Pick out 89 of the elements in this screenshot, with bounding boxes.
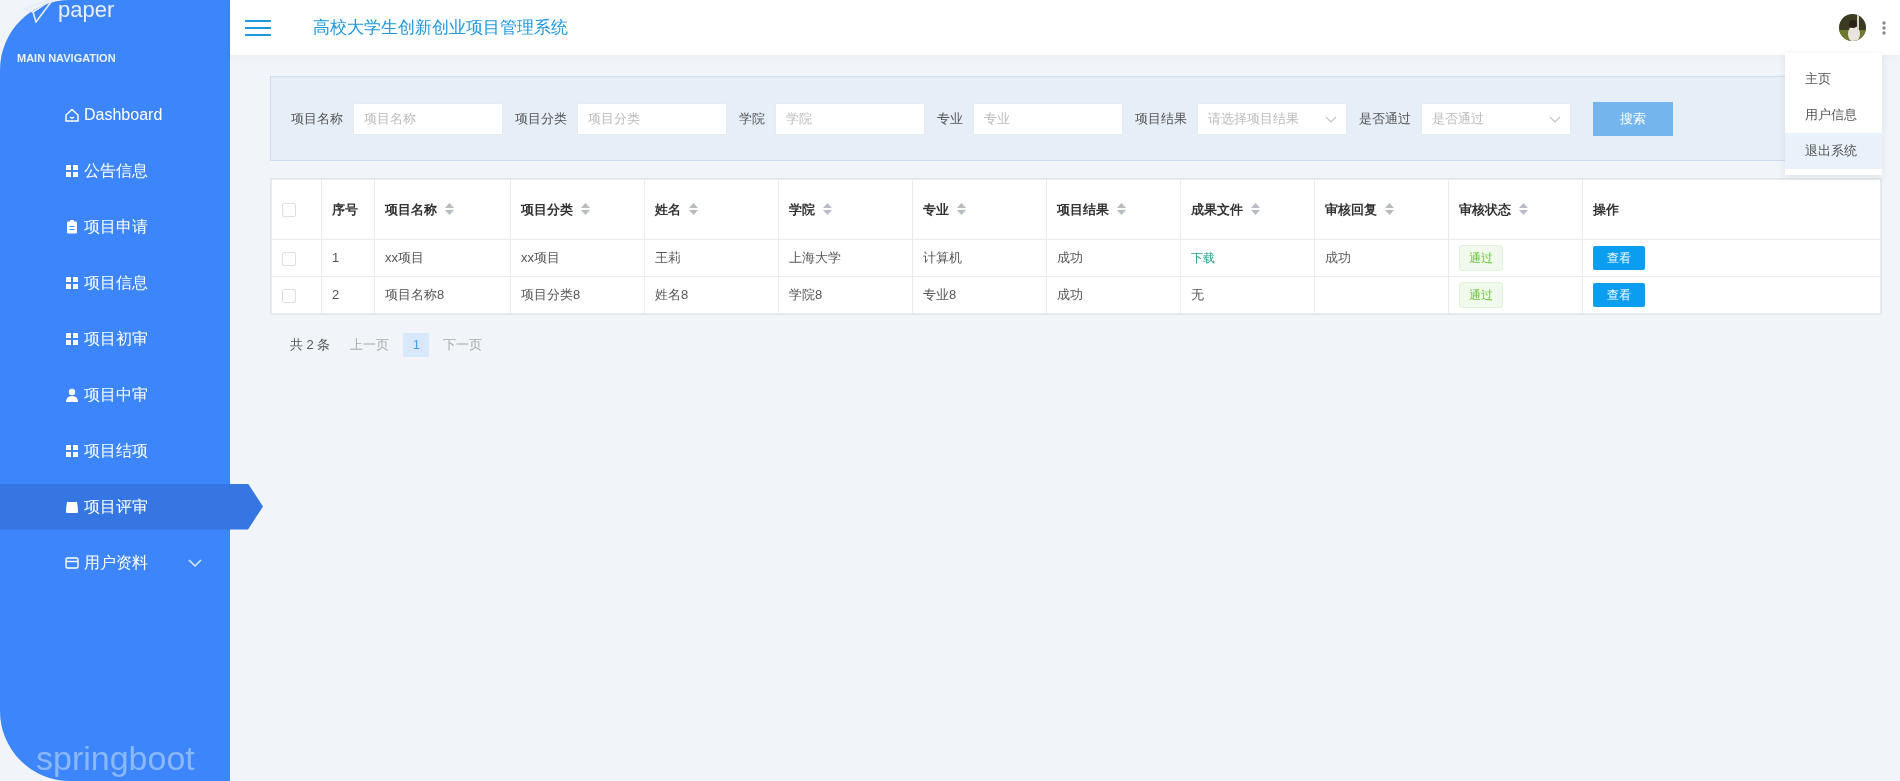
select-field[interactable]: 请选择项目结果	[1197, 102, 1347, 135]
sort-icon[interactable]	[1117, 202, 1126, 215]
column-header[interactable]: 项目名称	[385, 201, 437, 217]
card-icon	[64, 554, 80, 571]
field-label: 项目名称	[291, 109, 343, 128]
row-checkbox[interactable]	[282, 251, 296, 266]
grid-icon	[64, 330, 80, 347]
sort-icon[interactable]	[445, 202, 454, 215]
nav-item[interactable]: 项目评审	[0, 483, 263, 530]
table-cell: 成功	[1325, 250, 1351, 266]
clipboard-icon	[64, 218, 80, 235]
select-all-checkbox[interactable]	[282, 203, 296, 218]
table-cell: 学院8	[789, 287, 823, 303]
column-header[interactable]: 成果文件	[1191, 201, 1243, 217]
menu-icon[interactable]	[245, 18, 271, 37]
nav-item[interactable]: 项目信息	[0, 259, 230, 306]
input-field[interactable]: 专业	[973, 102, 1123, 135]
field-label: 项目结果	[1135, 109, 1187, 128]
sort-icon[interactable]	[689, 202, 698, 215]
table-cell: 计算机	[923, 250, 962, 266]
nav-item[interactable]: Dashboard	[0, 91, 230, 138]
nav-item[interactable]: 用户资料	[0, 539, 230, 586]
person-icon	[64, 386, 80, 403]
menu-item[interactable]: 主页	[1785, 61, 1882, 97]
view-button[interactable]: 查看	[1593, 246, 1645, 270]
column-header: 操作	[1593, 201, 1619, 217]
sort-icon[interactable]	[1385, 202, 1394, 215]
home-icon	[64, 106, 80, 123]
total-count: 共 2 条	[290, 336, 331, 355]
chevron-icon	[1549, 115, 1561, 123]
table-cell: 1	[332, 250, 340, 266]
grid-icon	[64, 274, 80, 291]
input-field[interactable]: 学院	[775, 102, 925, 135]
field-label: 学院	[739, 109, 765, 128]
table-cell: 成功	[1057, 250, 1083, 266]
menu-item[interactable]: 用户信息	[1785, 97, 1882, 133]
chevron-icon	[188, 558, 202, 567]
column-header: 序号	[332, 201, 358, 217]
column-header[interactable]: 专业	[923, 201, 949, 217]
sort-icon[interactable]	[957, 202, 966, 215]
grid-icon	[64, 442, 80, 459]
field-label: 项目分类	[515, 109, 567, 128]
nav-item[interactable]: 公告信息	[0, 147, 230, 194]
column-header[interactable]: 项目结果	[1057, 201, 1109, 217]
section-title: MAIN NAVIGATION	[16, 51, 117, 66]
table-cell: 王莉	[655, 250, 681, 266]
column-header[interactable]: 审核状态	[1459, 201, 1511, 217]
field-label: 专业	[937, 109, 963, 128]
table-cell: 2	[332, 287, 340, 303]
sort-icon[interactable]	[1251, 202, 1260, 215]
footer-text: springboot	[35, 741, 196, 777]
view-button[interactable]: 查看	[1593, 283, 1645, 307]
sort-icon[interactable]	[823, 202, 832, 215]
search-button[interactable]: 搜索	[1593, 101, 1673, 136]
status-tag: 通过	[1459, 245, 1503, 271]
field-label: 是否通过	[1359, 109, 1411, 128]
paper-plane-icon	[22, 0, 56, 23]
sort-icon[interactable]	[1519, 202, 1528, 215]
input-field[interactable]: 项目名称	[353, 102, 503, 135]
nav-item[interactable]: 项目初审	[0, 315, 230, 362]
table-cell: 专业8	[923, 287, 957, 303]
row-checkbox[interactable]	[282, 288, 296, 303]
table-cell: 项目分类8	[521, 287, 581, 303]
download-link[interactable]: 下载	[1191, 251, 1215, 266]
more-icon[interactable]	[1882, 20, 1886, 35]
grid-icon	[64, 162, 80, 179]
column-header[interactable]: 姓名	[655, 201, 681, 217]
sort-icon[interactable]	[581, 202, 590, 215]
column-header[interactable]: 学院	[789, 201, 815, 217]
page-button[interactable]: 1	[403, 333, 430, 357]
table-cell: 无	[1191, 287, 1204, 303]
logo-text: paper	[58, 0, 115, 21]
table-cell: 成功	[1057, 287, 1083, 303]
status-tag: 通过	[1459, 282, 1503, 308]
input-field[interactable]: 项目分类	[577, 102, 727, 135]
table-cell: 项目名称8	[385, 287, 445, 303]
nav-item[interactable]: 项目结项	[0, 427, 230, 474]
table-cell: xx项目	[385, 250, 424, 266]
table-cell: 姓名8	[655, 287, 689, 303]
table-cell: xx项目	[521, 250, 560, 266]
table-cell: 上海大学	[789, 250, 841, 266]
menu-item[interactable]: 退出系统	[1785, 133, 1882, 169]
nav-item[interactable]: 项目申请	[0, 203, 230, 250]
select-field[interactable]: 是否通过	[1421, 102, 1571, 135]
nav-item[interactable]: 项目中审	[0, 371, 230, 418]
app-title: 高校大学生创新创业项目管理系统	[313, 16, 568, 39]
column-header[interactable]: 审核回复	[1325, 201, 1377, 217]
chevron-icon	[1325, 115, 1337, 123]
column-header[interactable]: 项目分类	[521, 201, 573, 217]
